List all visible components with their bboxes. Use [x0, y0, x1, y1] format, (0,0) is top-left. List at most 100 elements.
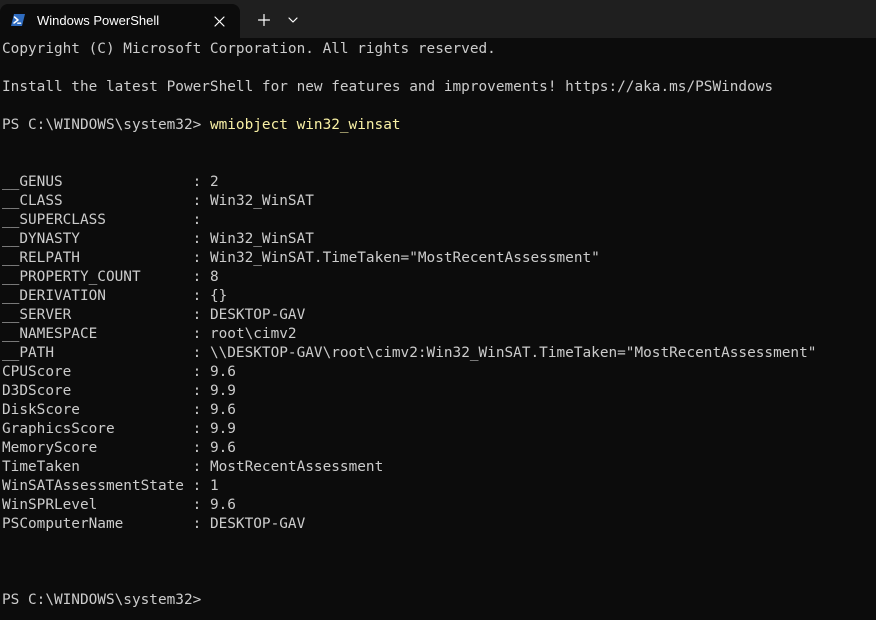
prompt: PS C:\WINDOWS\system32> [2, 117, 210, 133]
title-bar: Windows PowerShell [0, 0, 876, 38]
property-separator: : [79, 402, 210, 418]
property-separator: : [79, 250, 210, 266]
property-row: D3DScore : 9.9 [2, 382, 874, 401]
property-separator: : [71, 364, 210, 380]
property-separator: : [62, 174, 210, 190]
property-row: __SUPERCLASS : [2, 211, 874, 230]
property-value: DESKTOP-GAV [209, 516, 306, 532]
property-value: DESKTOP-GAV [209, 307, 306, 323]
property-separator: : [97, 497, 210, 513]
property-value: Win32_WinSAT [209, 231, 314, 247]
property-row: TimeTaken : MostRecentAssessment [2, 458, 874, 477]
property-name: GraphicsScore [2, 421, 115, 437]
property-separator: : [71, 307, 210, 323]
property-name: __CLASS [2, 193, 63, 209]
property-separator: : [105, 288, 210, 304]
property-row: PSComputerName : DESKTOP-GAV [2, 515, 874, 534]
powershell-icon [11, 13, 25, 27]
property-row: __SERVER : DESKTOP-GAV [2, 306, 874, 325]
property-name: __DYNASTY [2, 231, 80, 247]
property-row: __GENUS : 2 [2, 173, 874, 192]
property-separator: : [123, 516, 210, 532]
property-separator: : [53, 345, 210, 361]
property-row: __DYNASTY : Win32_WinSAT [2, 230, 874, 249]
property-value: 2 [209, 174, 219, 190]
property-value: 9.9 [209, 383, 236, 399]
property-value: 9.9 [209, 421, 236, 437]
property-value: {} [209, 288, 228, 304]
property-value: Win32_WinSAT.TimeTaken="MostRecentAssess… [209, 250, 600, 266]
command-text: wmiobject win32_winsat [209, 117, 401, 133]
property-row: CPUScore : 9.6 [2, 363, 874, 382]
property-name: __SERVER [2, 307, 72, 323]
property-name: WinSATAssessmentState [2, 478, 184, 494]
property-row: __DERIVATION : {} [2, 287, 874, 306]
tab-windows-powershell[interactable]: Windows PowerShell [0, 4, 240, 38]
property-value: 9.6 [209, 364, 236, 380]
property-separator: : [183, 478, 210, 494]
property-value: root\cimv2 [209, 326, 297, 342]
property-name: __PROPERTY_COUNT [2, 269, 141, 285]
property-row: MemoryScore : 9.6 [2, 439, 874, 458]
property-name: CPUScore [2, 364, 72, 380]
property-value: 8 [209, 269, 219, 285]
property-separator: : [140, 269, 210, 285]
property-name: PSComputerName [2, 516, 124, 532]
property-value: 1 [209, 478, 219, 494]
property-row: WinSATAssessmentState : 1 [2, 477, 874, 496]
command-line: PS C:\WINDOWS\system32> wmiobject win32_… [2, 116, 874, 135]
property-name: __RELPATH [2, 250, 80, 266]
property-value: Win32_WinSAT [209, 193, 314, 209]
property-name: __DERIVATION [2, 288, 106, 304]
property-name: TimeTaken [2, 459, 80, 475]
property-separator: : [114, 421, 210, 437]
property-value: 9.6 [209, 402, 236, 418]
property-row: DiskScore : 9.6 [2, 401, 874, 420]
tab-dropdown-button[interactable] [283, 9, 303, 31]
new-tab-button[interactable] [253, 9, 275, 31]
property-row: __RELPATH : Win32_WinSAT.TimeTaken="Most… [2, 249, 874, 268]
plus-icon [258, 14, 270, 26]
property-row: __PROPERTY_COUNT : 8 [2, 268, 874, 287]
property-separator: : [71, 383, 210, 399]
property-value: \\DESKTOP-GAV\root\cimv2:Win32_WinSAT.Ti… [209, 345, 817, 361]
property-separator: : [79, 459, 210, 475]
property-list: __GENUS : 2 __CLASS : Win32_WinSAT __SUPER… [2, 173, 874, 534]
property-name: DiskScore [2, 402, 80, 418]
property-row: WinSPRLevel : 9.6 [2, 496, 874, 515]
property-separator: : [97, 440, 210, 456]
copyright-line: Copyright (C) Microsoft Corporation. All… [2, 41, 496, 57]
property-row: __NAMESPACE : root\cimv2 [2, 325, 874, 344]
property-separator: : [97, 326, 210, 342]
property-name: WinSPRLevel [2, 497, 98, 513]
property-separator: : [105, 212, 210, 228]
property-name: MemoryScore [2, 440, 98, 456]
terminal-output[interactable]: Copyright (C) Microsoft Corporation. All… [2, 40, 874, 620]
tab-title: Windows PowerShell [37, 13, 160, 28]
property-row: __CLASS : Win32_WinSAT [2, 192, 874, 211]
terminal-window: Windows PowerShell Copyright (C) Microso… [0, 0, 876, 620]
property-name: __SUPERCLASS [2, 212, 106, 228]
property-name: __NAMESPACE [2, 326, 98, 342]
property-value: MostRecentAssessment [209, 459, 384, 475]
close-tab-button[interactable] [208, 11, 230, 31]
close-icon [213, 15, 225, 27]
install-message-line: Install the latest PowerShell for new fe… [2, 79, 774, 95]
property-value: 9.6 [209, 497, 236, 513]
property-separator: : [62, 193, 210, 209]
property-separator: : [79, 231, 210, 247]
property-row: GraphicsScore : 9.9 [2, 420, 874, 439]
property-name: __PATH [2, 345, 54, 361]
prompt-line[interactable]: PS C:\WINDOWS\system32> [2, 591, 874, 610]
chevron-down-icon [288, 17, 298, 23]
property-value: 9.6 [209, 440, 236, 456]
property-row: __PATH : \\DESKTOP-GAV\root\cimv2:Win32_… [2, 344, 874, 363]
property-name: __GENUS [2, 174, 63, 190]
